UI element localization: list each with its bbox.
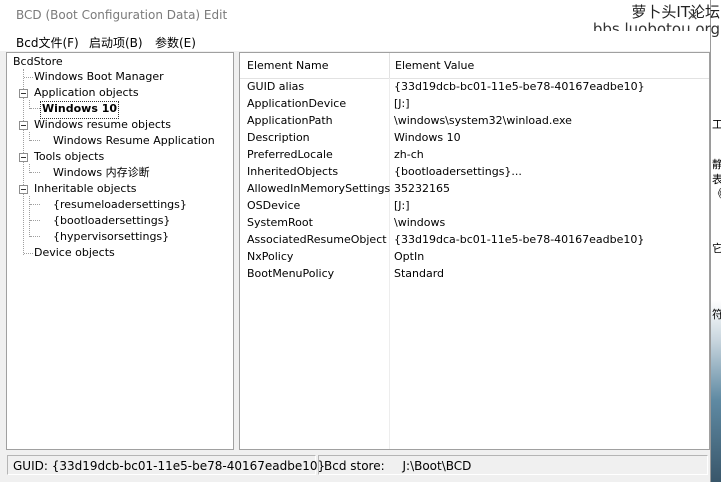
tree-connector — [30, 204, 40, 205]
tree-item-device-objects[interactable]: Device objects — [33, 245, 116, 261]
tree-item-windows-resume-application[interactable]: Windows Resume Application — [52, 133, 216, 149]
element-value-cell[interactable]: zh-ch — [394, 148, 424, 161]
element-name-cell: Description — [247, 131, 310, 144]
table-row[interactable]: OSDevice [J:] — [240, 197, 709, 214]
table-row[interactable]: AssociatedResumeObject {33d19dca-bc01-11… — [240, 231, 709, 248]
status-guid-value: {33d19dcb-bc01-11e5-be78-40167eadbe10} — [51, 459, 326, 473]
status-store-value: J:\Boot\BCD — [402, 459, 472, 473]
background-glyph: 它 — [712, 242, 721, 255]
element-name-cell: ApplicationPath — [247, 114, 333, 127]
collapse-toggle-icon[interactable] — [19, 185, 28, 194]
element-value-cell[interactable]: {33d19dcb-bc01-11e5-be78-40167eadbe10} — [394, 80, 645, 93]
menu-parameters[interactable]: 参数(E) — [155, 34, 196, 51]
menu-file[interactable]: Bcd文件(F) — [16, 34, 79, 51]
status-guid: GUID: {33d19dcb-bc01-11e5-be78-40167eadb… — [7, 455, 325, 475]
table-row[interactable]: ApplicationDevice [J:] — [240, 95, 709, 112]
bcd-tree-view[interactable]: BcdStore Windows Boot Manager Applicatio… — [6, 52, 234, 450]
tree-item-tools-objects[interactable]: Tools objects — [33, 149, 105, 165]
element-value-cell[interactable]: 35232165 — [394, 182, 450, 195]
column-header-element-name[interactable]: Element Name — [247, 59, 329, 72]
tree-item-hypervisorsettings[interactable]: {hypervisorsettings} — [52, 229, 170, 245]
collapse-toggle-icon[interactable] — [19, 121, 28, 130]
status-store-label: Bcd store: — [324, 459, 385, 473]
element-value-cell[interactable]: Windows 10 — [394, 131, 461, 144]
element-value-cell[interactable]: {bootloadersettings}... — [394, 165, 522, 178]
element-value-cell[interactable]: OptIn — [394, 250, 424, 263]
status-store: Bcd store: J:\Boot\BCD — [318, 455, 708, 475]
menu-boot-entry[interactable]: 启动项(B) — [89, 34, 143, 51]
element-name-cell: AssociatedResumeObject — [247, 233, 387, 246]
table-row[interactable]: BootMenuPolicy Standard — [240, 265, 709, 282]
background-glyph: 《 — [712, 185, 721, 201]
element-name-cell: SystemRoot — [247, 216, 313, 229]
element-name-cell: NxPolicy — [247, 250, 294, 263]
column-resize-handle[interactable] — [389, 53, 390, 78]
element-name-cell: OSDevice — [247, 199, 301, 212]
background-glyph: 静 — [712, 158, 721, 171]
tree-item-windows-resume-objects[interactable]: Windows resume objects — [33, 117, 172, 133]
tree-item-application-objects[interactable]: Application objects — [33, 85, 140, 101]
element-name-cell: BootMenuPolicy — [247, 267, 335, 280]
element-value-cell[interactable]: \windows — [394, 216, 445, 229]
element-value-cell[interactable]: Standard — [394, 267, 444, 280]
tree-connector — [30, 140, 40, 141]
element-name-cell: InheritedObjects — [247, 165, 339, 178]
tree-item-inheritable-objects[interactable]: Inheritable objects — [33, 181, 138, 197]
element-value-cell[interactable]: \windows\system32\winload.exe — [394, 114, 572, 127]
element-grid[interactable]: Element Name Element Value GUID alias {3… — [239, 52, 710, 450]
table-row[interactable]: Description Windows 10 — [240, 129, 709, 146]
close-button[interactable]: × — [675, 0, 710, 31]
table-row[interactable]: ApplicationPath \windows\system32\winloa… — [240, 112, 709, 129]
tree-connector — [30, 236, 40, 237]
menu-bar: Bcd文件(F) 启动项(B) 参数(E) — [0, 31, 710, 51]
status-guid-label: GUID: — [13, 459, 48, 473]
tree-item-windows-boot-manager[interactable]: Windows Boot Manager — [33, 69, 165, 85]
grid-header: Element Name Element Value — [240, 53, 709, 79]
table-row[interactable]: InheritedObjects {bootloadersettings}... — [240, 163, 709, 180]
background-glyph: 工 — [712, 118, 721, 131]
tree-connector — [24, 253, 33, 254]
element-value-cell[interactable]: {33d19dca-bc01-11e5-be78-40167eadbe10} — [394, 233, 644, 246]
element-name-cell: GUID alias — [247, 80, 305, 93]
title-bar[interactable]: BCD (Boot Configuration Data) Edit 萝卜头IT… — [0, 0, 720, 37]
collapse-toggle-icon[interactable] — [19, 153, 28, 162]
tree-connector — [30, 220, 40, 221]
table-row[interactable]: NxPolicy OptIn — [240, 248, 709, 265]
background-glyph: 符 — [712, 308, 721, 321]
element-name-cell: ApplicationDevice — [247, 97, 347, 110]
table-row[interactable]: PreferredLocale zh-ch — [240, 146, 709, 163]
bcd-edit-window: BCD (Boot Configuration Data) Edit 萝卜头IT… — [0, 0, 720, 482]
tree-connector — [29, 196, 30, 237]
table-row[interactable]: AllowedInMemorySettings 35232165 — [240, 180, 709, 197]
tree-item-resumeloadersettings[interactable]: {resumeloadersettings} — [52, 197, 188, 213]
element-value-cell[interactable]: [J:] — [394, 199, 410, 212]
close-icon: × — [686, 6, 699, 24]
tree-item-memory-diagnostic[interactable]: Windows 内存诊断 — [52, 165, 151, 181]
tree-root-bcdstore[interactable]: BcdStore — [12, 54, 64, 70]
tree-item-bootloadersettings[interactable]: {bootloadersettings} — [52, 213, 171, 229]
element-name-cell: PreferredLocale — [247, 148, 333, 161]
table-row[interactable]: GUID alias {33d19dcb-bc01-11e5-be78-4016… — [240, 78, 709, 95]
element-name-cell: AllowedInMemorySettings — [247, 182, 391, 195]
status-bar: GUID: {33d19dcb-bc01-11e5-be78-40167eadb… — [0, 452, 710, 482]
column-header-element-value[interactable]: Element Value — [395, 59, 474, 72]
tree-connector — [30, 172, 40, 173]
collapse-toggle-icon[interactable] — [19, 89, 28, 98]
tree-connector — [30, 108, 40, 109]
element-value-cell[interactable]: [J:] — [394, 97, 410, 110]
window-title: BCD (Boot Configuration Data) Edit — [16, 8, 228, 22]
table-row[interactable]: SystemRoot \windows — [240, 214, 709, 231]
tree-connector — [24, 77, 33, 78]
